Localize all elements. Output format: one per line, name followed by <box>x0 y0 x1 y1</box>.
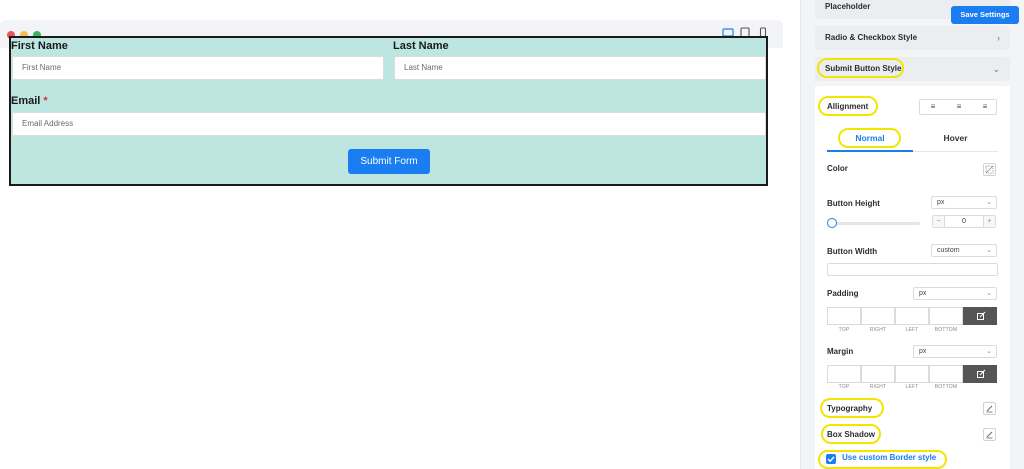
padding-bottom-input[interactable] <box>929 307 963 325</box>
margin-link-button[interactable] <box>963 365 997 383</box>
align-right-icon[interactable]: ≡ <box>972 100 998 114</box>
button-width-input[interactable] <box>827 263 998 276</box>
section-radio-checkbox[interactable]: Radio & Checkbox Style › <box>815 26 1010 50</box>
padding-unit-select[interactable]: px ⌄ <box>913 287 997 300</box>
padding-right-label: RIGHT <box>869 327 887 333</box>
padding-link-button[interactable] <box>963 307 997 325</box>
decrement-button[interactable]: − <box>933 216 945 227</box>
padding-left-input[interactable] <box>895 307 929 325</box>
highlight-alignment <box>818 96 878 116</box>
submit-form-button[interactable]: Submit Form <box>348 149 430 174</box>
color-picker-icon[interactable] <box>983 163 996 176</box>
button-width-label: Button Width <box>827 247 878 256</box>
padding-top-label: TOP <box>838 327 850 333</box>
chevron-down-icon: ⌄ <box>986 247 992 254</box>
button-height-slider-handle[interactable] <box>827 218 837 228</box>
app-root: First Name First Name Last Name Last Nam… <box>0 0 1024 469</box>
margin-top-input[interactable] <box>827 365 861 383</box>
box-shadow-edit-icon[interactable] <box>983 428 996 441</box>
chevron-down-icon: ⌄ <box>986 290 992 297</box>
margin-right-input[interactable] <box>861 365 895 383</box>
typography-edit-icon[interactable] <box>983 402 996 415</box>
chevron-down-icon: ⌄ <box>992 64 1000 74</box>
email-input[interactable]: Email Address <box>12 112 766 136</box>
padding-left-label: LEFT <box>905 327 919 333</box>
highlight-submit-button-style <box>817 58 904 78</box>
tab-hover[interactable]: Hover <box>913 130 998 146</box>
form-preview: First Name First Name Last Name Last Nam… <box>9 36 768 186</box>
padding-bottom-label: BOTTOM <box>934 327 958 333</box>
padding-top-input[interactable] <box>827 307 861 325</box>
link-icon <box>977 369 986 378</box>
last-name-input[interactable]: Last Name <box>394 56 766 80</box>
padding-unit-value: px <box>919 290 927 297</box>
button-height-unit-value: px <box>937 199 945 206</box>
margin-right-label: RIGHT <box>869 384 887 390</box>
button-height-label: Button Height <box>827 199 880 208</box>
required-mark: * <box>43 95 48 107</box>
margin-left-input[interactable] <box>895 365 929 383</box>
margin-unit-select[interactable]: px ⌄ <box>913 345 997 358</box>
button-height-stepper: − 0 + <box>932 215 996 228</box>
save-settings-button[interactable]: Save Settings <box>951 6 1019 24</box>
color-label: Color <box>827 164 848 173</box>
chevron-down-icon: ⌄ <box>986 199 992 206</box>
highlight-typography <box>820 398 884 418</box>
button-width-unit-value: custom <box>937 247 960 254</box>
margin-unit-value: px <box>919 348 927 355</box>
button-width-unit-select[interactable]: custom ⌄ <box>931 244 997 257</box>
margin-bottom-input[interactable] <box>929 365 963 383</box>
margin-top-label: TOP <box>838 384 850 390</box>
padding-label: Padding <box>827 289 859 298</box>
alignment-control: ≡ ≡ ≡ <box>919 99 997 115</box>
margin-left-label: LEFT <box>905 384 919 390</box>
margin-bottom-label: BOTTOM <box>934 384 958 390</box>
first-name-label: First Name <box>11 40 68 52</box>
highlight-box-shadow <box>821 424 881 444</box>
highlight-normal-tab <box>838 128 901 148</box>
last-name-label: Last Name <box>393 40 449 52</box>
section-placeholder-label: Placeholder <box>825 2 871 11</box>
align-left-icon[interactable]: ≡ <box>920 100 946 114</box>
increment-button[interactable]: + <box>983 216 995 227</box>
email-label-text: Email <box>11 95 41 107</box>
tab-active-indicator <box>827 150 913 152</box>
button-height-unit-select[interactable]: px ⌄ <box>931 196 997 209</box>
padding-right-input[interactable] <box>861 307 895 325</box>
section-radio-checkbox-label: Radio & Checkbox Style <box>825 33 918 42</box>
email-label: Email * <box>11 95 48 107</box>
align-center-icon[interactable]: ≡ <box>946 100 972 114</box>
chevron-down-icon: ⌄ <box>986 348 992 355</box>
button-height-value[interactable]: 0 <box>945 216 983 227</box>
button-height-slider-track[interactable] <box>831 222 920 225</box>
first-name-input[interactable]: First Name <box>12 56 384 80</box>
highlight-custom-border <box>818 450 947 469</box>
chevron-right-icon: › <box>997 33 1000 43</box>
margin-label: Margin <box>827 347 854 356</box>
link-icon <box>977 311 986 320</box>
